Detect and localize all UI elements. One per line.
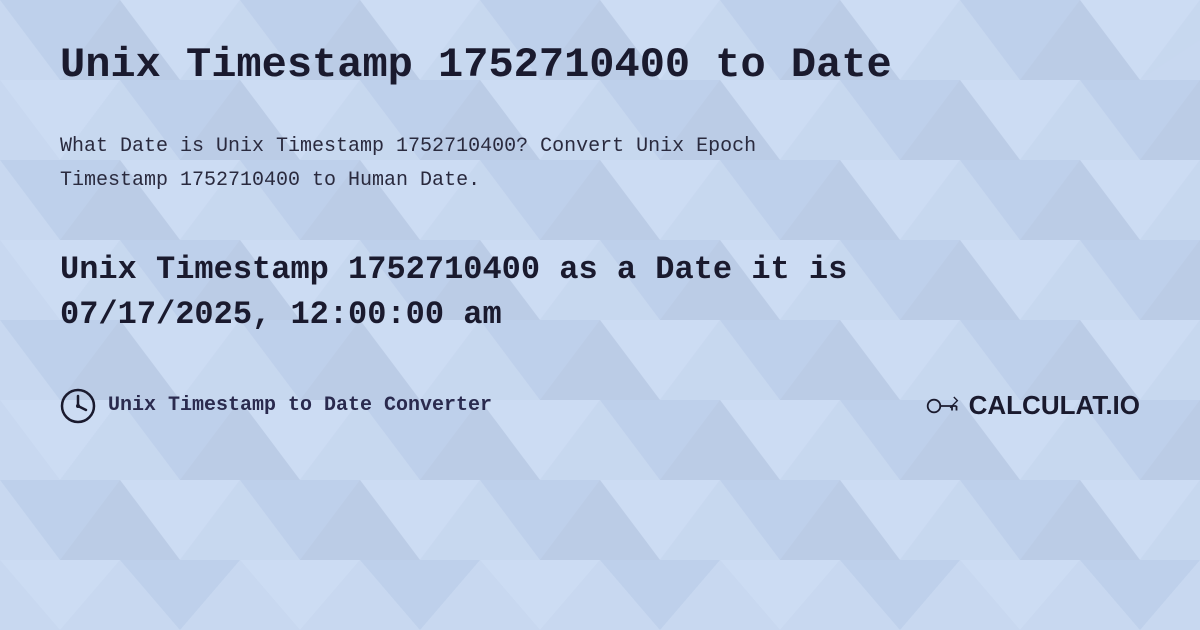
description-line2: Timestamp 1752710400 to Human Date. xyxy=(60,169,480,192)
logo: CALCULAT.IO xyxy=(925,388,1140,424)
page-description: What Date is Unix Timestamp 1752710400? … xyxy=(60,130,1140,198)
result-text: Unix Timestamp 1752710400 as a Date it i… xyxy=(60,248,1140,338)
footer: Unix Timestamp to Date Converter CALCULA… xyxy=(60,388,1140,424)
logo-icon xyxy=(925,388,961,424)
clock-icon xyxy=(60,388,96,424)
result-section: Unix Timestamp 1752710400 as a Date it i… xyxy=(60,248,1140,338)
result-line1: Unix Timestamp 1752710400 as a Date it i… xyxy=(60,251,847,288)
logo-text: CALCULAT.IO xyxy=(969,390,1140,421)
result-line2: 07/17/2025, 12:00:00 am xyxy=(60,296,502,333)
footer-label: Unix Timestamp to Date Converter xyxy=(108,394,492,417)
page-title: Unix Timestamp 1752710400 to Date xyxy=(60,40,1140,90)
footer-left: Unix Timestamp to Date Converter xyxy=(60,388,492,424)
description-line1: What Date is Unix Timestamp 1752710400? … xyxy=(60,135,756,158)
